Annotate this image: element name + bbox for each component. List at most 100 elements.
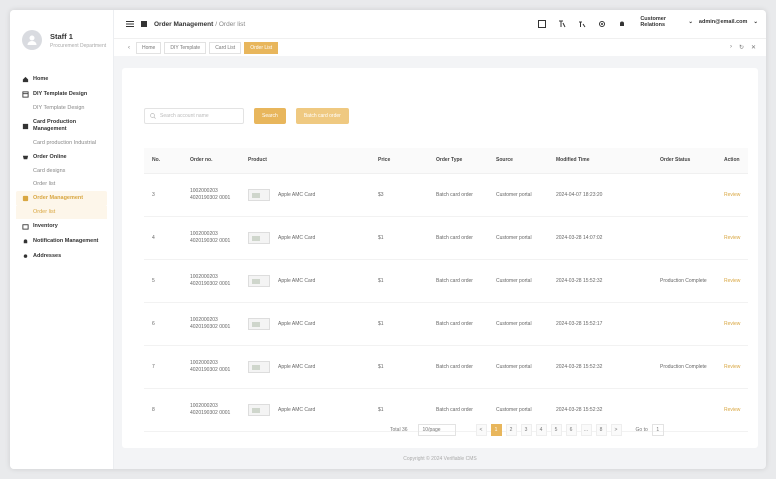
cell-modified-time: 2024-03-28 15:52:17 — [556, 320, 603, 327]
prev-page-button[interactable]: < — [475, 424, 487, 436]
cell-product: Apple AMC Card — [240, 318, 370, 330]
table-header: No. Order no. Product Price Order Type S… — [144, 148, 748, 174]
product-thumbnail — [248, 189, 270, 201]
product-name: Apple AMC Card — [278, 191, 316, 198]
column-header-product: Product — [248, 157, 267, 163]
sidebar-item-label: Inventory — [33, 223, 58, 229]
page-2[interactable]: 2 — [505, 424, 517, 436]
sidebar-subitem-card-production-industrial[interactable]: Card production Industrial — [10, 137, 113, 150]
tab-home[interactable]: Home — [136, 41, 162, 54]
page-5[interactable]: 5 — [550, 424, 562, 436]
order-list-panel: Search account name Search Batch card or… — [122, 68, 758, 448]
column-header-modified-time: Modified Time — [556, 157, 590, 163]
page-6[interactable]: 6 — [565, 424, 577, 436]
inventory-icon — [22, 224, 29, 230]
product-thumbnail — [248, 318, 270, 330]
sidebar-item-diy-template-design[interactable]: DIY Template Design — [10, 87, 113, 102]
sidebar-item-label: Home — [33, 76, 49, 82]
sidebar-item-label: Card Production Management — [33, 119, 77, 132]
cell-order-no: 1002000203 4020190302 0001 — [190, 231, 231, 244]
sidebar-item-home[interactable]: Home — [10, 72, 113, 87]
table-row: 3 1002000203 4020190302 0001 Apple AMC Car… — [144, 174, 748, 217]
language-icon[interactable] — [578, 20, 586, 28]
cell-price: $1 — [378, 406, 384, 413]
user-email: admin@email.com — [698, 19, 748, 25]
product-name: Apple AMC Card — [278, 277, 316, 284]
batch-card-order-button[interactable]: Batch card order — [295, 108, 349, 124]
search-input[interactable]: Search account name — [144, 108, 244, 124]
sidebar-subitem-diy-template-design[interactable]: DIY Template Design — [10, 102, 113, 115]
sidebar-subitem-order-list[interactable]: Order list — [16, 206, 107, 219]
cell-modified-time: 2024-03-28 15:52:32 — [556, 406, 603, 413]
sidebar-item-label: Order Management — [33, 195, 84, 201]
chevron-down-icon: ⌄ — [688, 19, 693, 25]
tab-card-list[interactable]: Card List — [209, 41, 242, 54]
breadcrumb-current-section[interactable]: Order Management — [154, 21, 213, 28]
cell-order-type: Batch card order — [436, 191, 473, 198]
search-button[interactable]: Search — [254, 108, 286, 124]
user-role: Customer Relations — [640, 16, 666, 28]
review-link[interactable]: Review — [716, 278, 748, 285]
cart-icon — [22, 155, 29, 160]
tab-order-list[interactable]: Order List — [244, 41, 279, 54]
sidebar-item-order-online[interactable]: Order Online — [10, 150, 113, 165]
table-row: 5 1002000203 4020190302 0001 Apple AMC Car… — [144, 260, 748, 303]
cell-no: 3 — [152, 191, 155, 198]
tab-diy-template[interactable]: DIY Template — [164, 41, 207, 54]
top-toolbar — [538, 20, 626, 28]
column-header-price: Price — [378, 157, 391, 163]
avatar — [22, 30, 42, 50]
search-bar: Search account name Search Batch card or… — [144, 108, 349, 124]
sidebar-item-order-management[interactable]: Order Management — [16, 191, 107, 206]
product-name: Apple AMC Card — [278, 363, 316, 370]
sidebar-item-addresses[interactable]: Addresses — [10, 249, 113, 264]
menu-toggle-icon[interactable] — [126, 20, 134, 28]
column-header-order-no: Order no. — [190, 157, 213, 163]
chevron-right-icon[interactable]: › — [730, 44, 732, 51]
cell-no: 8 — [152, 406, 155, 413]
top-header: Order Management / Order list Customer R… — [114, 10, 766, 38]
sidebar-item-inventory[interactable]: Inventory — [10, 219, 113, 234]
cell-price: $3 — [378, 191, 384, 198]
goto-page-input[interactable]: 1 — [651, 424, 664, 436]
settings-icon[interactable] — [598, 20, 606, 28]
next-page-button[interactable]: > — [610, 424, 622, 436]
user-profile[interactable]: Staff 1 Procurement Department — [10, 10, 113, 60]
review-link[interactable]: Review — [716, 235, 748, 242]
fullscreen-icon[interactable] — [538, 20, 546, 28]
notification-icon[interactable] — [618, 20, 626, 28]
review-link[interactable]: Review — [716, 321, 748, 328]
sidebar-item-label: Notification Management — [33, 238, 99, 244]
tabs-bar: ‹ Home DIY Template Card List Order List… — [114, 38, 766, 56]
page-3[interactable]: 3 — [520, 424, 532, 436]
chevron-left-icon[interactable]: ‹ — [128, 45, 130, 51]
review-link[interactable]: Review — [716, 192, 748, 199]
close-tabs-icon[interactable]: ✕ — [751, 44, 756, 51]
cell-product: Apple AMC Card — [240, 232, 370, 244]
translate-icon[interactable] — [558, 20, 566, 28]
bell-icon — [23, 239, 28, 244]
review-link[interactable]: Review — [716, 364, 748, 371]
page-ellipsis[interactable]: ... — [580, 424, 592, 436]
column-header-order-type: Order Type — [436, 157, 463, 163]
review-link[interactable]: Review — [716, 407, 748, 414]
cell-modified-time: 2024-03-28 14:07:02 — [556, 234, 603, 241]
refresh-icon[interactable]: ↻ — [739, 44, 744, 51]
sidebar-item-card-production-management[interactable]: Card Production Management — [10, 115, 113, 137]
app-window: Staff 1 Procurement Department Home DIY T… — [10, 10, 766, 469]
user-department: Procurement Department — [50, 42, 107, 49]
cell-price: $1 — [378, 320, 384, 327]
cell-order-no: 1002000203 4020190302 0001 — [190, 360, 231, 373]
page-1[interactable]: 1 — [490, 424, 502, 436]
column-header-action: Action — [724, 157, 740, 163]
page-8[interactable]: 8 — [595, 424, 607, 436]
sidebar-subitem-order-list[interactable]: Order list — [10, 178, 113, 191]
page-4[interactable]: 4 — [535, 424, 547, 436]
goto-page-value: 1 — [656, 427, 660, 433]
page-size-select[interactable]: 10/page — [417, 424, 456, 436]
sidebar-subitem-card-designs[interactable]: Card designs — [10, 165, 113, 178]
account-menu[interactable]: Customer Relations ⌄ admin@email.com ⌄ — [640, 16, 758, 28]
cell-price: $1 — [378, 363, 384, 370]
sidebar-item-notification-management[interactable]: Notification Management — [10, 234, 113, 249]
home-icon — [22, 76, 29, 83]
